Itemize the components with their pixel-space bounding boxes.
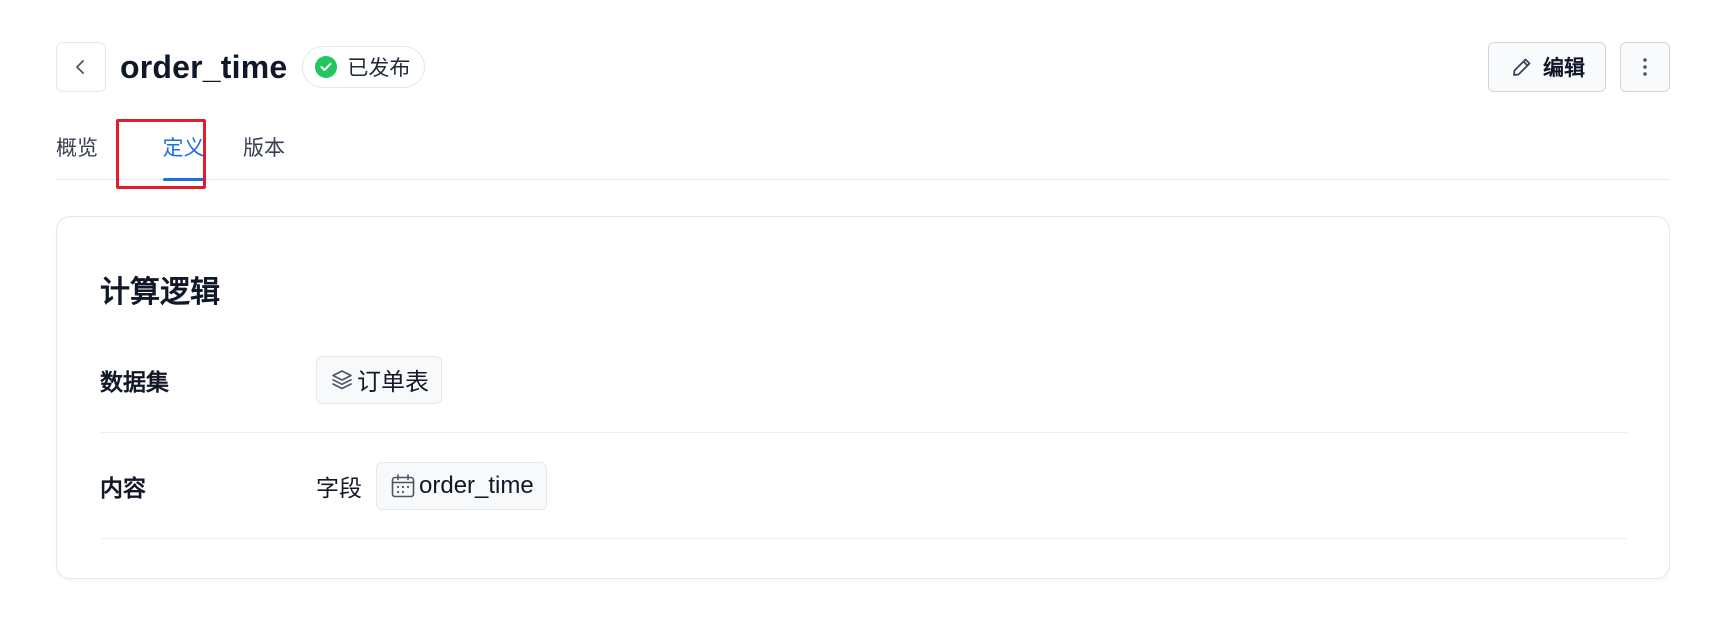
back-button[interactable] [56,42,106,92]
dataset-row: 数据集 订单表 [100,327,1627,433]
tab-version[interactable]: 版本 [243,118,285,180]
dataset-name: 订单表 [357,369,429,396]
highlight-annotation-box [116,119,206,189]
field-name: order_time [419,471,534,499]
more-vertical-icon [1642,56,1648,78]
field-chip[interactable]: order_time [376,461,547,510]
page-title: order_time [120,48,288,85]
check-circle-icon [315,56,338,78]
tab-bar: 概览 定义 版本 [56,118,1670,181]
status-text: 已发布 [347,57,411,80]
dataset-chip[interactable]: 订单表 [316,355,442,404]
calculation-logic-card: 计算逻辑 数据集 订单表 内容 字段 order_time [56,216,1670,579]
header: order_time 已发布 编辑 [56,42,1670,92]
page: order_time 已发布 编辑 概览 定义 版本 计算逻辑 数据集 订单表 … [0,0,1720,638]
edit-button-label: 编辑 [1543,57,1585,80]
header-actions: 编辑 [1488,42,1670,92]
field-prefix: 字段 [316,474,362,501]
dataset-label: 数据集 [100,368,169,395]
edit-button[interactable]: 编辑 [1488,42,1606,92]
status-badge: 已发布 [302,46,426,88]
calendar-icon [389,472,417,500]
chevron-left-icon [74,59,88,75]
pencil-icon [1511,56,1533,78]
tab-overview-label: 概览 [56,137,98,160]
card-title: 计算逻辑 [100,276,220,309]
content-label: 内容 [100,474,146,501]
layers-icon [329,367,355,393]
content-row: 内容 字段 order_time [100,433,1627,539]
more-options-button[interactable] [1620,42,1670,92]
tab-version-label: 版本 [243,137,285,160]
